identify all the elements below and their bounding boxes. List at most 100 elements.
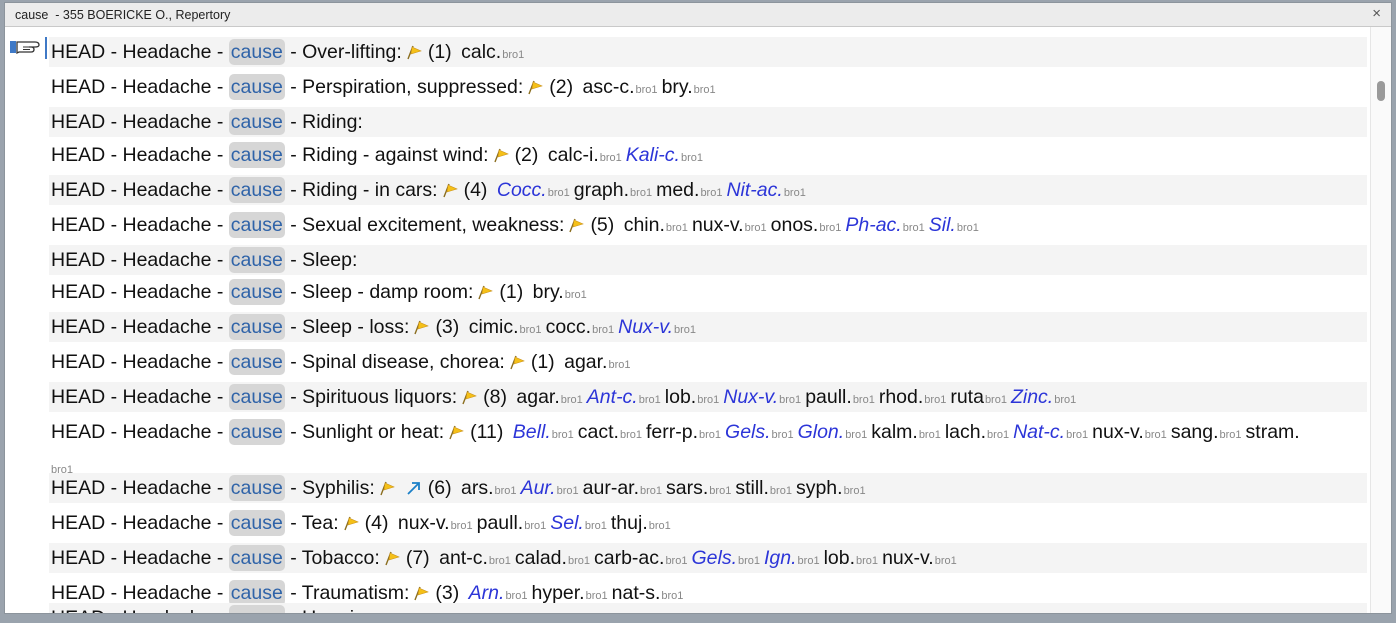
remedy[interactable]: graph.bro1 — [574, 179, 652, 201]
vertical-scrollbar[interactable] — [1370, 27, 1391, 613]
remedy[interactable]: paull.bro1 — [805, 386, 875, 408]
remedy[interactable]: med.bro1 — [656, 179, 722, 201]
remedy[interactable]: Ph-ac.bro1 — [845, 214, 924, 236]
remedy-source: bro1 — [697, 394, 720, 406]
remedy-source: bro1 — [592, 324, 615, 336]
remedy[interactable]: nux-v.bro1 — [398, 512, 473, 534]
remedy[interactable]: bry.bro1 — [533, 281, 587, 303]
remedy[interactable]: Ant-c.bro1 — [587, 386, 661, 408]
remedy[interactable]: nat-s.bro1 — [612, 582, 684, 604]
remedy[interactable]: thuj.bro1 — [611, 512, 671, 534]
remedy[interactable]: Nux-v.bro1 — [723, 386, 801, 408]
rubric-row[interactable]: HEAD - Headache - cause - Sleep: — [49, 245, 1367, 275]
remedy[interactable]: Nit-ac.bro1 — [726, 179, 805, 201]
remedy[interactable]: agar.bro1 — [516, 386, 582, 408]
remedy[interactable]: Gels.bro1 — [725, 421, 794, 443]
remedy-source: bro1 — [665, 222, 688, 234]
rubric-row[interactable]: HEAD - Headache - cause - Riding - again… — [49, 140, 1367, 170]
remedy[interactable]: rhod.bro1 — [879, 386, 946, 408]
flag-icon[interactable] — [405, 39, 423, 60]
remedy[interactable]: Arn.bro1 — [469, 582, 528, 604]
remedy[interactable]: calc.bro1 — [461, 41, 524, 63]
rubric-path: HEAD - Headache - — [51, 281, 229, 303]
remedy[interactable]: asc-c.bro1 — [583, 76, 658, 98]
remedy[interactable]: nux-v.bro1 — [1092, 421, 1167, 443]
remedy[interactable]: calc-i.bro1 — [548, 144, 622, 166]
remedy[interactable]: Gels.bro1 — [691, 547, 760, 569]
flag-icon[interactable] — [412, 580, 430, 601]
rubric-row[interactable]: HEAD - Headache - cause - Perspiration, … — [49, 72, 1367, 104]
remedy[interactable]: bry.bro1 — [662, 76, 716, 98]
remedy[interactable]: sang.bro1 — [1171, 421, 1242, 443]
cross-reference-arrow-icon[interactable] — [405, 475, 423, 495]
flag-icon[interactable] — [342, 510, 360, 531]
remedy[interactable]: cocc.bro1 — [546, 316, 615, 338]
remedy-name: carb-ac. — [593, 547, 665, 569]
remedy[interactable]: ars.bro1 — [461, 477, 517, 499]
flag-icon[interactable] — [492, 142, 510, 163]
rubric-row[interactable]: HEAD - Headache - cause - Spinal disease… — [49, 347, 1367, 377]
close-icon[interactable]: × — [1372, 5, 1381, 22]
flag-icon[interactable] — [526, 74, 544, 95]
remedy[interactable]: onos.bro1 — [771, 214, 842, 236]
rubric-row[interactable]: HEAD - Headache - cause - Over-lifting: (… — [49, 37, 1367, 67]
remedy[interactable]: lob.bro1 — [824, 547, 878, 569]
remedy[interactable]: Sel.bro1 — [550, 512, 607, 534]
remedy[interactable]: chin.bro1 — [624, 214, 688, 236]
remedy[interactable]: Cocc.bro1 — [497, 179, 570, 201]
flag-icon[interactable] — [383, 545, 401, 566]
remedy[interactable]: ant-c.bro1 — [439, 547, 511, 569]
remedy[interactable]: stram. — [1246, 421, 1300, 443]
remedy[interactable]: ferr-p.bro1 — [646, 421, 721, 443]
remedy[interactable]: calad.bro1 — [515, 547, 590, 569]
remedy[interactable]: Kali-c.bro1 — [626, 144, 703, 166]
rubric-row[interactable]: HEAD - Headache - cause - Sleep - loss: (… — [49, 312, 1367, 342]
remedy[interactable]: carb-ac.bro1 — [594, 547, 687, 569]
rubric-row[interactable]: HEAD - Headache - cause - Tea: (4) nux-v.… — [49, 508, 1367, 538]
flag-icon[interactable] — [447, 419, 465, 440]
rubric-row[interactable]: HEAD - Headache - cause - Sunlight or he… — [49, 417, 1367, 476]
scrollbar-thumb[interactable] — [1377, 81, 1385, 101]
remedy[interactable]: Aur.bro1 — [521, 477, 579, 499]
remedy[interactable]: cimic.bro1 — [469, 316, 542, 338]
rubric-row[interactable]: HEAD - Headache - cause - Riding - in ca… — [49, 175, 1367, 205]
remedy-count: (1) — [499, 281, 524, 303]
rubric-name: - Uremic — [285, 607, 364, 613]
remedy[interactable]: Ign.bro1 — [764, 547, 820, 569]
rubric-row[interactable]: HEAD - Headache - cause - Sexual excitem… — [49, 210, 1367, 240]
remedy[interactable]: still.bro1 — [735, 477, 792, 499]
remedy[interactable]: Nat-c.bro1 — [1013, 421, 1088, 443]
flag-icon[interactable] — [567, 212, 585, 233]
rubric-row[interactable]: HEAD - Headache - cause - Riding: — [49, 107, 1367, 137]
remedy[interactable]: aur-ar.bro1 — [583, 477, 662, 499]
remedy[interactable]: paull.bro1 — [477, 512, 547, 534]
remedy[interactable]: syph.bro1 — [796, 477, 866, 499]
rubric-row[interactable]: HEAD - Headache - cause - Tobacco: (7) an… — [49, 543, 1367, 573]
remedy[interactable]: Bell.bro1 — [513, 421, 574, 443]
flag-icon[interactable] — [508, 349, 526, 370]
flag-icon[interactable] — [378, 475, 396, 496]
rubric-row[interactable]: HEAD - Headache - cause - Uremic — [49, 603, 1367, 613]
remedy[interactable]: Nux-v.bro1 — [618, 316, 696, 338]
rubric-row[interactable]: HEAD - Headache - cause - Syphilis: (6) a… — [49, 473, 1367, 503]
remedy[interactable]: lach.bro1 — [945, 421, 1009, 443]
flag-icon[interactable] — [460, 384, 478, 405]
rubric-row[interactable]: HEAD - Headache - cause - Spirituous liq… — [49, 382, 1367, 412]
flag-icon[interactable] — [476, 279, 494, 300]
remedy[interactable]: rutabro1 — [950, 386, 1007, 408]
remedy[interactable]: agar.bro1 — [564, 351, 630, 373]
remedy[interactable]: hyper.bro1 — [531, 582, 607, 604]
remedy[interactable]: nux-v.bro1 — [882, 547, 957, 569]
rubric-row[interactable]: HEAD - Headache - cause - Sleep - damp r… — [49, 277, 1367, 307]
remedy[interactable]: Sil.bro1 — [929, 214, 979, 236]
flag-icon[interactable] — [412, 314, 430, 335]
remedy[interactable]: lob.bro1 — [665, 386, 719, 408]
remedy[interactable]: Zinc.bro1 — [1011, 386, 1076, 408]
flag-icon[interactable] — [441, 177, 459, 198]
remedy-source: bro1 — [524, 520, 547, 532]
remedy[interactable]: sars.bro1 — [666, 477, 731, 499]
remedy[interactable]: cact.bro1 — [578, 421, 642, 443]
remedy[interactable]: kalm.bro1 — [871, 421, 941, 443]
remedy[interactable]: Glon.bro1 — [798, 421, 868, 443]
remedy[interactable]: nux-v.bro1 — [692, 214, 767, 236]
